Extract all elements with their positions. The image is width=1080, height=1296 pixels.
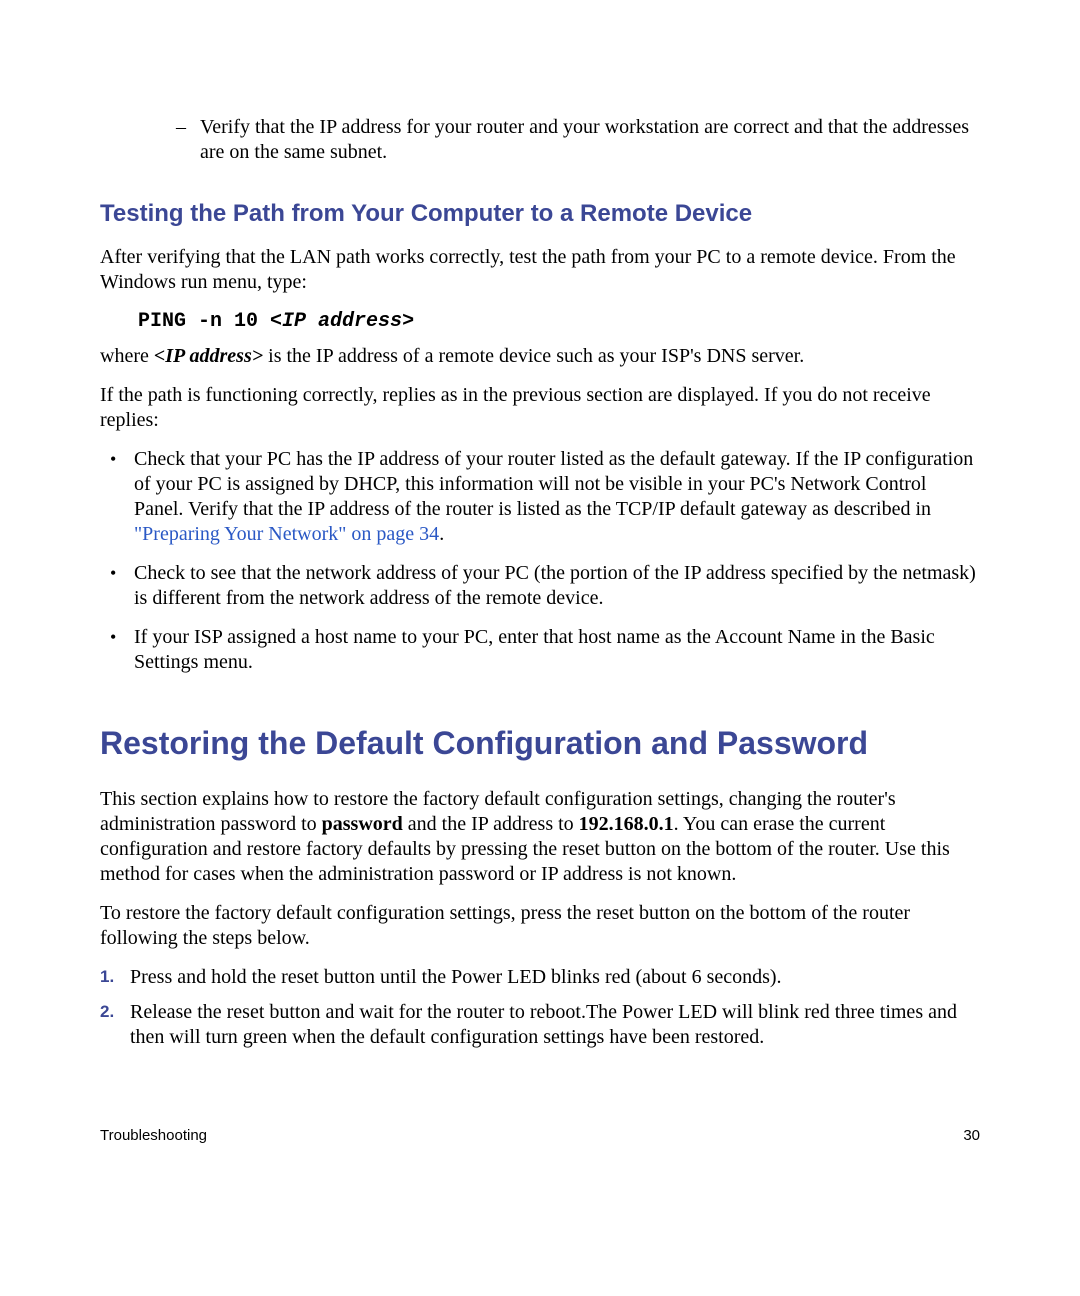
bullet-icon: • [110,447,134,547]
bullet-icon: • [110,625,134,675]
r1c: and the IP address to [403,813,579,835]
list-item: • Check that your PC has the IP address … [100,447,980,547]
bullet-text: Check that your PC has the IP address of… [134,447,980,547]
paragraph-restore-1: This section explains how to restore the… [100,787,980,887]
footer-page-number: 30 [963,1127,980,1146]
sub-bullet-text: Verify that the IP address for your rout… [200,115,980,165]
numbered-list: 1. Press and hold the reset button until… [100,965,980,1050]
b1-pre: Check that your PC has the IP address of… [134,448,973,520]
heading-testing-path: Testing the Path from Your Computer to a… [100,199,980,229]
list-item: 1. Press and hold the reset button until… [100,965,980,990]
r1b-bold: password [322,813,403,835]
paragraph-where: where <IP address> is the IP address of … [100,344,980,369]
where-placeholder: <IP address> [154,345,263,367]
list-item: • If your ISP assigned a host name to yo… [100,625,980,675]
footer-section: Troubleshooting [100,1127,207,1146]
sub-bullet-item: – Verify that the IP address for your ro… [100,115,980,165]
command-line: PING -n 10 <IP address> [138,309,980,334]
paragraph-if-path: If the path is functioning correctly, re… [100,383,980,433]
command-suffix: > [402,310,414,333]
command-placeholder: IP address [282,310,402,333]
r1d-bold: 192.168.0.1 [579,813,674,835]
step-number: 1. [100,965,130,990]
step-text: Press and hold the reset button until th… [130,965,980,990]
dash-icon: – [176,115,200,165]
heading-restoring: Restoring the Default Configuration and … [100,723,980,763]
bullet-list: • Check that your PC has the IP address … [100,447,980,675]
paragraph-restore-2: To restore the factory default configura… [100,901,980,951]
page: – Verify that the IP address for your ro… [0,0,1080,1296]
b1-post: . [439,523,444,545]
step-number: 2. [100,1000,130,1050]
page-footer: Troubleshooting 30 [100,1127,980,1146]
where-post: is the IP address of a remote device suc… [263,345,804,367]
paragraph-after-verify: After verifying that the LAN path works … [100,245,980,295]
command-prefix: PING -n 10 < [138,310,282,333]
list-item: 2. Release the reset button and wait for… [100,1000,980,1050]
bullet-text: Check to see that the network address of… [134,561,980,611]
link-preparing-network[interactable]: "Preparing Your Network" on page 34 [134,523,439,545]
bullet-icon: • [110,561,134,611]
step-text: Release the reset button and wait for th… [130,1000,980,1050]
where-pre: where [100,345,154,367]
list-item: • Check to see that the network address … [100,561,980,611]
bullet-text: If your ISP assigned a host name to your… [134,625,980,675]
